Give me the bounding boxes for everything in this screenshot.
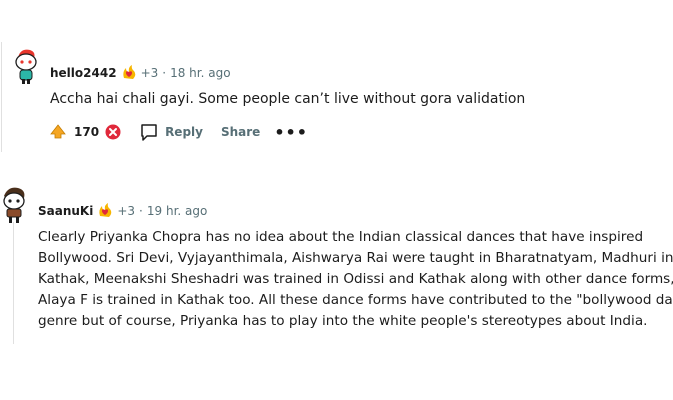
reply-button[interactable]: Reply (139, 122, 203, 142)
snoo-avatar-icon (15, 49, 37, 84)
comment-bubble-icon (141, 124, 157, 141)
karma-badge: +3 (117, 204, 136, 218)
comment-body: Accha hai chali gayi. Some people can’t … (50, 91, 526, 107)
upvote-icon (50, 124, 66, 139)
thread-line[interactable] (13, 222, 14, 344)
avatar[interactable] (10, 46, 40, 86)
comment-actions: 170 Reply Share ••• (50, 122, 308, 142)
separator: · (162, 66, 167, 80)
comment-body-line: Clearly Priyanka Chopra has no idea abou… (38, 229, 644, 245)
karma-badge: +3 (140, 66, 159, 80)
comment-body-line: Bollywood. Sri Devi, Vyjayanthimala, Ais… (38, 250, 673, 266)
flame-heart-icon (121, 64, 137, 83)
comment-body-line: Kathak, Meenakshi Sheshadri was trained … (38, 271, 673, 287)
reply-label: Reply (165, 125, 203, 139)
comment-body: Clearly Priyanka Chopra has no idea abou… (38, 227, 673, 332)
flame-heart-icon (97, 202, 113, 221)
username[interactable]: hello2442 (50, 66, 117, 80)
upvote-button[interactable] (50, 124, 66, 140)
snoo-avatar-icon (3, 187, 25, 223)
comment-body-line: genre but of course, Priyanka has to pla… (38, 313, 648, 329)
comment-body-line: Alaya F is trained in Kathak too. All th… (38, 292, 673, 308)
timestamp[interactable]: 18 hr. ago (170, 66, 230, 80)
avatar[interactable] (0, 186, 28, 224)
more-options-button[interactable]: ••• (274, 123, 308, 142)
vote-count: 170 (74, 125, 100, 139)
thread-line[interactable] (1, 42, 2, 152)
separator: · (139, 204, 143, 218)
timestamp[interactable]: 19 hr. ago (147, 204, 207, 218)
comment-meta: hello2442 +3 · 18 hr. ago (50, 64, 231, 82)
share-button[interactable]: Share (221, 125, 260, 139)
downvote-button[interactable] (105, 124, 121, 140)
username[interactable]: SaanuKi (38, 204, 93, 218)
comment-meta: SaanuKi +3 · 19 hr. ago (38, 202, 207, 220)
downvote-icon (105, 124, 121, 140)
